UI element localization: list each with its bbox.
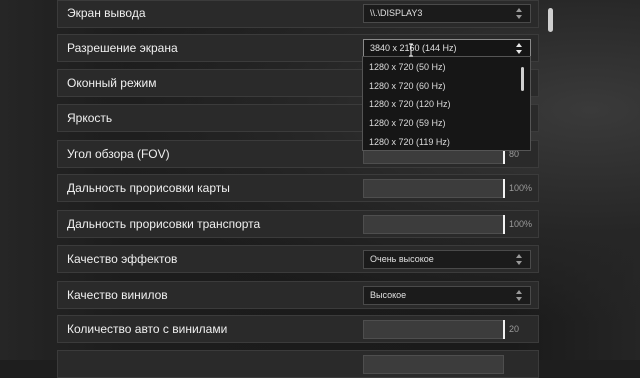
dropdown-option[interactable]: 1280 x 720 (60 Hz): [369, 81, 446, 91]
slider-value: 20: [509, 324, 520, 334]
dropdown-option[interactable]: 1280 x 720 (119 Hz): [369, 137, 450, 147]
traffic-draw-distance-slider[interactable]: [363, 215, 505, 234]
slider-value: 100%: [509, 219, 533, 229]
setting-label: Дальность прорисовки транспорта: [67, 217, 261, 231]
setting-label: Количество авто с винилами: [67, 322, 228, 336]
dropdown-option[interactable]: 1280 x 720 (50 Hz): [369, 62, 446, 72]
select-value: Высокое: [370, 290, 407, 300]
slider-knob[interactable]: [503, 179, 505, 198]
chevron-up-down-icon: [516, 289, 524, 302]
setting-label: Разрешение экрана: [67, 41, 178, 55]
map-draw-distance-slider[interactable]: [363, 179, 505, 198]
select-value: \\.\DISPLAY3: [370, 8, 423, 18]
setting-row-effects-quality: Качество эффектов Очень высокое: [57, 245, 539, 273]
setting-row-map-draw-distance: Дальность прорисовки карты 100%: [57, 174, 539, 202]
setting-row-next: [57, 350, 539, 378]
next-slider[interactable]: [363, 355, 504, 374]
dropdown-option[interactable]: 1280 x 720 (120 Hz): [369, 99, 451, 109]
chevron-up-down-icon: [516, 7, 524, 20]
setting-row-vinyl-quality: Качество винилов Высокое: [57, 281, 539, 309]
vinyl-cars-count-slider[interactable]: [363, 320, 505, 339]
slider-value: 100%: [509, 183, 533, 193]
select-value: Очень высокое: [370, 254, 434, 264]
setting-label: Угол обзора (FOV): [67, 147, 170, 161]
chevron-up-down-icon: [516, 42, 524, 55]
slider-knob[interactable]: [503, 215, 505, 234]
dropdown-scrollbar[interactable]: [521, 67, 524, 91]
setting-label: Качество эффектов: [67, 252, 178, 266]
vinyl-quality-select[interactable]: Высокое: [363, 286, 531, 305]
chevron-up-down-icon: [516, 253, 524, 266]
text-cursor-icon: [409, 43, 413, 57]
setting-label: Оконный режим: [67, 76, 157, 90]
effects-quality-select[interactable]: Очень высокое: [363, 250, 531, 269]
setting-row-display-output: Экран вывода \\.\DISPLAY3: [57, 0, 539, 28]
setting-row-traffic-draw-distance: Дальность прорисовки транспорта 100%: [57, 210, 539, 238]
resolution-dropdown-list: 1280 x 720 (50 Hz) 1280 x 720 (60 Hz) 12…: [362, 56, 531, 151]
setting-label: Яркость: [67, 111, 113, 125]
setting-row-vinyl-cars-count: Количество авто с винилами 20: [57, 315, 539, 343]
dropdown-option[interactable]: 1280 x 720 (59 Hz): [369, 118, 446, 128]
setting-label: Экран вывода: [67, 6, 146, 20]
display-output-select[interactable]: \\.\DISPLAY3: [363, 4, 531, 23]
setting-label: Качество винилов: [67, 288, 168, 302]
slider-knob[interactable]: [503, 320, 505, 339]
page-scrollbar[interactable]: [548, 8, 553, 32]
setting-label: Дальность прорисовки карты: [67, 181, 230, 195]
